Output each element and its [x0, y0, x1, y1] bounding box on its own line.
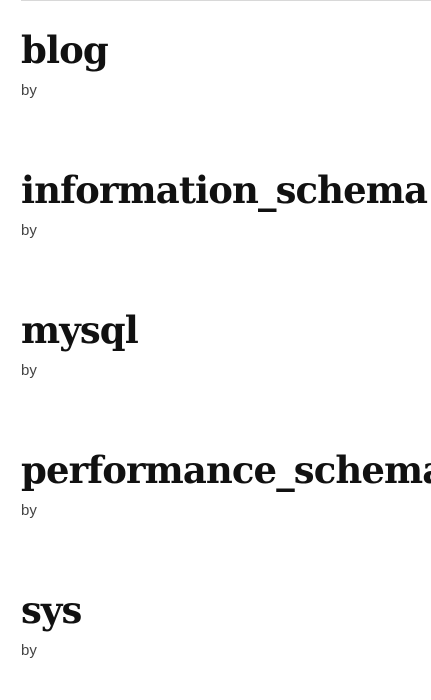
post-title[interactable]: blog: [21, 27, 431, 73]
byline-prefix: by: [21, 642, 37, 659]
post-byline: by: [21, 222, 431, 240]
post-title[interactable]: performance_schema: [21, 447, 431, 493]
post-byline: by: [21, 642, 431, 660]
byline-prefix: by: [21, 82, 37, 99]
post-title[interactable]: sys: [21, 587, 431, 633]
post-byline: by: [21, 502, 431, 520]
post-item: mysql by: [21, 307, 431, 447]
post-byline: by: [21, 82, 431, 100]
top-divider: [21, 0, 431, 1]
byline-prefix: by: [21, 362, 37, 379]
post-item: performance_schema by: [21, 447, 431, 587]
post-byline: by: [21, 362, 431, 380]
post-item: sys by: [21, 587, 431, 700]
byline-prefix: by: [21, 222, 37, 239]
post-title[interactable]: information_schema: [21, 167, 431, 213]
post-item: blog by: [21, 27, 431, 167]
post-list: blog by information_schema by mysql by p…: [21, 27, 431, 700]
post-item: information_schema by: [21, 167, 431, 307]
post-title[interactable]: mysql: [21, 307, 431, 353]
byline-prefix: by: [21, 502, 37, 519]
